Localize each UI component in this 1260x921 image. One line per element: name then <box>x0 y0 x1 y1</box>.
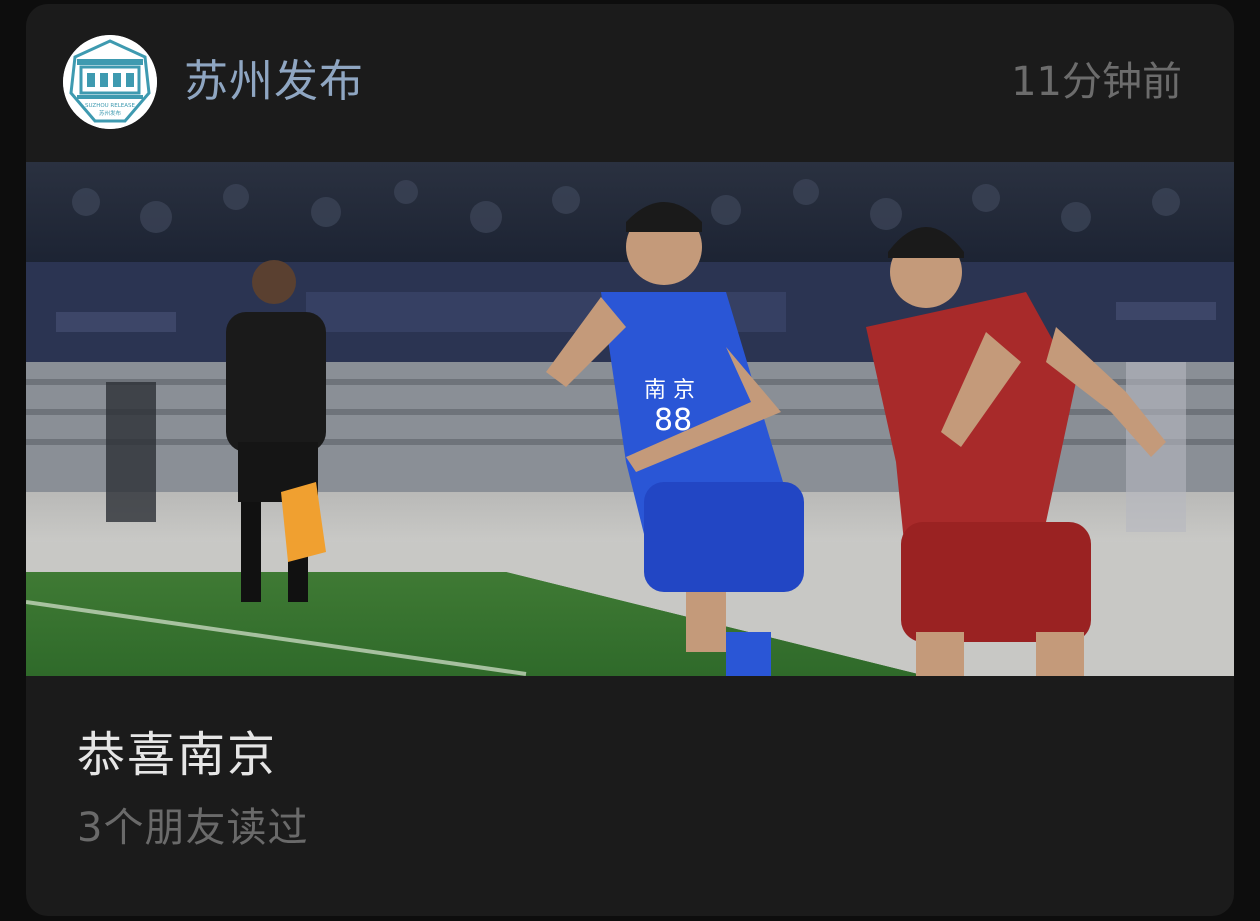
account-name[interactable]: 苏州发布 <box>184 52 364 112</box>
svg-text:88: 88 <box>654 403 692 438</box>
post-timestamp: 11分钟前 <box>1011 59 1182 105</box>
friends-read-count: 3个朋友读过 <box>77 805 309 851</box>
svg-text:苏州发布: 苏州发布 <box>99 109 122 117</box>
svg-text:南 京: 南 京 <box>644 378 695 403</box>
card-header: SUZHOU RELEASE 苏州发布 苏州发布 11分钟前 <box>26 4 1234 162</box>
suzhou-release-logo-icon: SUZHOU RELEASE 苏州发布 <box>63 35 157 129</box>
account-avatar[interactable]: SUZHOU RELEASE 苏州发布 <box>63 35 157 129</box>
article-card[interactable]: SUZHOU RELEASE 苏州发布 苏州发布 11分钟前 南 京 88 恭喜… <box>26 4 1234 916</box>
article-cover-image[interactable]: 南 京 88 <box>26 162 1234 676</box>
article-title[interactable]: 恭喜南京 <box>77 722 277 788</box>
football-match-photo-icon: 南 京 88 <box>26 162 1234 676</box>
svg-text:SUZHOU RELEASE: SUZHOU RELEASE <box>85 103 136 109</box>
